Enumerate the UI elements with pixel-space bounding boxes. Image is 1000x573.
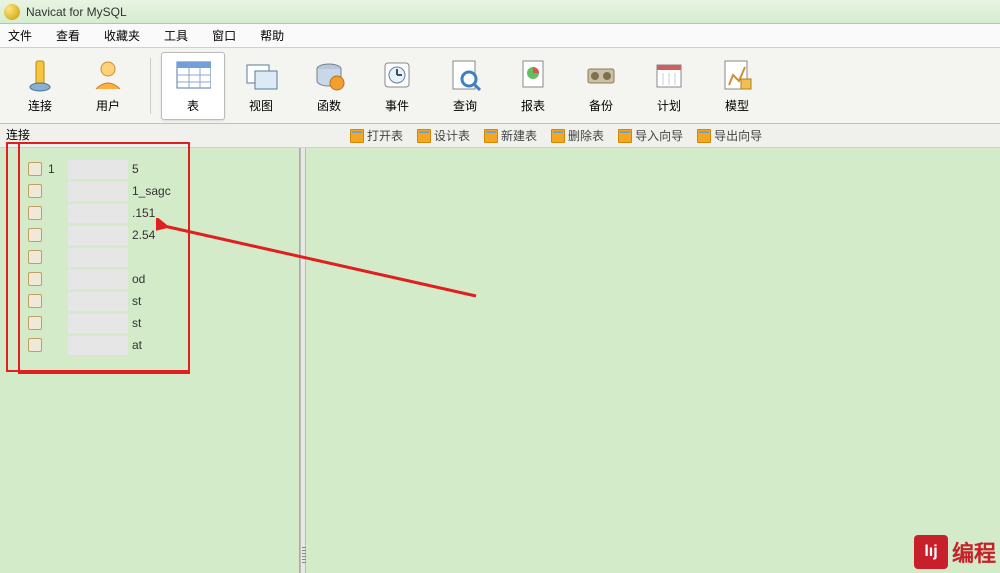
redacted [68, 248, 128, 267]
db-icon [28, 206, 42, 220]
sub-export[interactable]: 导出向导 [697, 127, 762, 144]
tool-backup[interactable]: 备份 [569, 52, 633, 120]
schedule-icon [651, 57, 687, 93]
tree-item[interactable]: 15 [28, 158, 299, 180]
db-icon [28, 316, 42, 330]
function-icon [311, 57, 347, 93]
db-icon [28, 184, 42, 198]
watermark-text: 编程 [952, 536, 996, 568]
redacted [68, 314, 128, 333]
db-icon [28, 338, 42, 352]
connection-panel-label: 连接 [6, 126, 30, 143]
tool-user[interactable]: 用户 [76, 52, 140, 120]
event-icon [379, 57, 415, 93]
tool-schedule[interactable]: 计划 [637, 52, 701, 120]
main-toolbar: 连接 用户 表 视图 函数 事件 查询 报表 备份 计划 模型 [0, 48, 1000, 124]
db-icon [28, 272, 42, 286]
tool-event[interactable]: 事件 [365, 52, 429, 120]
menu-window[interactable]: 窗口 [212, 27, 236, 44]
db-icon [28, 250, 42, 264]
new-table-icon [484, 129, 498, 143]
tool-table[interactable]: 表 [161, 52, 225, 120]
sub-delete-table[interactable]: 删除表 [551, 127, 604, 144]
tree-item[interactable]: st [28, 290, 299, 312]
watermark-badge-icon: lıj [914, 535, 948, 569]
tool-function[interactable]: 函数 [297, 52, 361, 120]
tool-query[interactable]: 查询 [433, 52, 497, 120]
main-content [300, 148, 1000, 573]
sub-new-table[interactable]: 新建表 [484, 127, 537, 144]
delete-table-icon [551, 129, 565, 143]
sub-open-table[interactable]: 打开表 [350, 127, 403, 144]
db-icon [28, 228, 42, 242]
menubar: 文件 查看 收藏夹 工具 窗口 帮助 [0, 24, 1000, 48]
redacted [68, 270, 128, 289]
toolbar-separator [150, 58, 151, 114]
redacted [68, 160, 128, 179]
tree-item[interactable]: st [28, 312, 299, 334]
tool-view[interactable]: 视图 [229, 52, 293, 120]
tool-model[interactable]: 模型 [705, 52, 769, 120]
tool-report[interactable]: 报表 [501, 52, 565, 120]
sub-toolbar: 打开表 设计表 新建表 删除表 导入向导 导出向导 [0, 124, 1000, 148]
tree-item[interactable]: at [28, 334, 299, 356]
watermark: lıj 编程 [914, 535, 996, 569]
report-icon [515, 57, 551, 93]
connection-tree: 15 1_sagc .151 2.54 od st st at [0, 148, 299, 356]
export-icon [697, 129, 711, 143]
model-icon [719, 57, 755, 93]
connection-sidebar[interactable]: 15 1_sagc .151 2.54 od st st at [0, 148, 300, 573]
redacted [68, 204, 128, 223]
sub-design-table[interactable]: 设计表 [417, 127, 470, 144]
menu-file[interactable]: 文件 [8, 27, 32, 44]
app-logo-icon [4, 4, 20, 20]
connection-icon [22, 57, 58, 93]
redacted [68, 226, 128, 245]
user-icon [90, 57, 126, 93]
splitter-grip-icon [302, 547, 306, 565]
titlebar: Navicat for MySQL [0, 0, 1000, 24]
db-icon [28, 294, 42, 308]
workspace: 15 1_sagc .151 2.54 od st st at [0, 148, 1000, 573]
tool-connection[interactable]: 连接 [8, 52, 72, 120]
table-icon [175, 57, 211, 93]
backup-icon [583, 57, 619, 93]
tree-item[interactable] [28, 246, 299, 268]
redacted [68, 292, 128, 311]
menu-view[interactable]: 查看 [56, 27, 80, 44]
db-icon [28, 162, 42, 176]
tree-item[interactable]: 2.54 [28, 224, 299, 246]
tree-item[interactable]: od [28, 268, 299, 290]
open-table-icon [350, 129, 364, 143]
menu-fav[interactable]: 收藏夹 [104, 27, 140, 44]
splitter[interactable] [300, 148, 306, 573]
redacted [68, 336, 128, 355]
tree-item[interactable]: 1_sagc [28, 180, 299, 202]
redacted [68, 182, 128, 201]
query-icon [447, 57, 483, 93]
menu-help[interactable]: 帮助 [260, 27, 284, 44]
design-table-icon [417, 129, 431, 143]
sub-import[interactable]: 导入向导 [618, 127, 683, 144]
tree-item[interactable]: .151 [28, 202, 299, 224]
window-title: Navicat for MySQL [26, 5, 127, 19]
import-icon [618, 129, 632, 143]
menu-tools[interactable]: 工具 [164, 27, 188, 44]
view-icon [243, 57, 279, 93]
